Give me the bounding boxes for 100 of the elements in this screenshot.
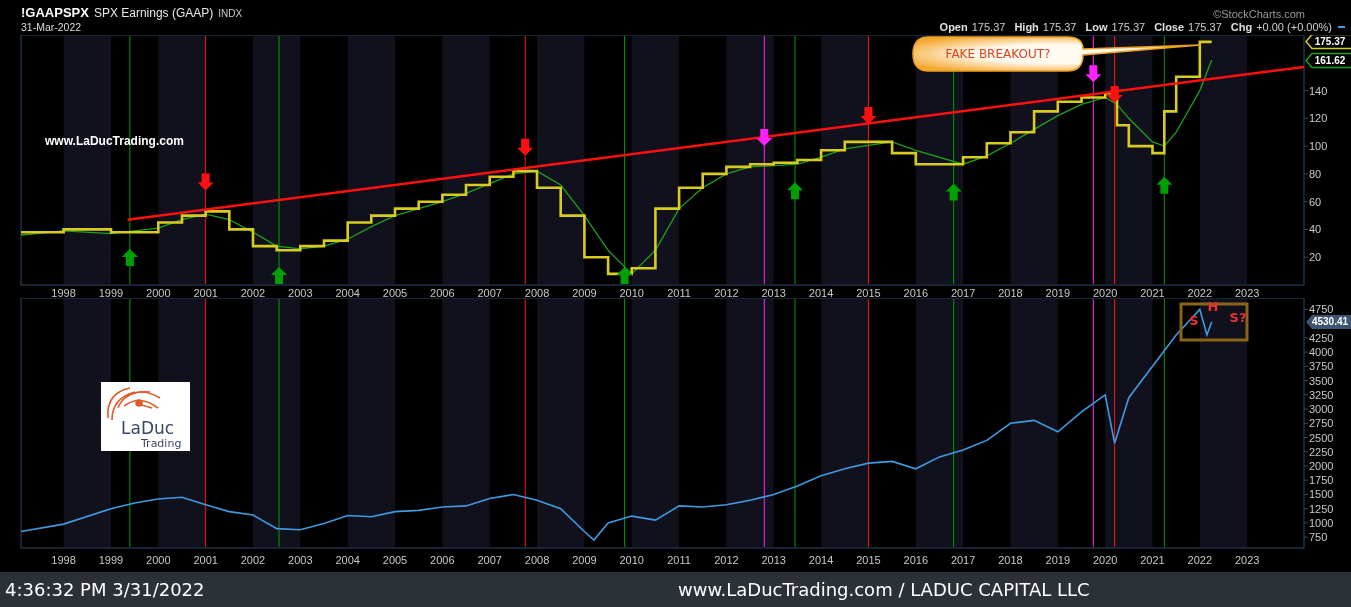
axis-label: 2009: [572, 287, 597, 298]
ticker-symbol: !GAAPSPX: [21, 6, 89, 20]
chart-date: 31-Mar-2022: [21, 21, 83, 34]
axis-label: 2012: [714, 554, 739, 566]
axis-label: 2002: [240, 554, 266, 566]
axis-label: 2018: [998, 554, 1023, 566]
axis-label: 2013: [761, 554, 786, 566]
axis-label: 3500: [1309, 374, 1334, 387]
axis-label: 2004: [335, 287, 360, 298]
price-tag: 175.37: [1305, 35, 1351, 50]
quote-value: 175.37: [1042, 20, 1077, 34]
axis-label: 2007: [477, 554, 502, 566]
axis-label: 3250: [1309, 388, 1334, 401]
axis-label: 2008: [524, 287, 550, 298]
axis-label: 140: [1309, 84, 1328, 97]
axis-label: 2009: [572, 554, 597, 566]
quote-label: Low: [1085, 20, 1108, 34]
status-credit: www.LaDucTrading.com / LADUC CAPITAL LLC: [678, 579, 1090, 600]
axis-label: 2023: [1234, 554, 1260, 566]
axis-label: 1000: [1309, 516, 1334, 529]
axis-label: 2014: [808, 554, 834, 566]
axis-label: 1250: [1309, 502, 1334, 515]
quote-value: 175.37: [1188, 20, 1222, 34]
axis-label: 2021: [1140, 287, 1165, 298]
axis-label: 3000: [1309, 403, 1334, 416]
axis-label: 100: [1309, 140, 1328, 153]
axis-label: 2005: [382, 287, 408, 298]
axis-label: 2006: [430, 554, 455, 566]
quote-value: +0.00 (+0.00%): [1256, 20, 1332, 34]
axis-label: 2019: [1045, 287, 1071, 298]
axis-label: 20: [1309, 251, 1322, 264]
logo-tagline: Trading: [141, 437, 182, 450]
axis-label: 2002: [240, 287, 266, 298]
pattern-label: H: [1207, 299, 1219, 314]
axis-label: 4000: [1309, 346, 1334, 359]
quote-label: Open: [939, 20, 968, 34]
axis-label: 3750: [1309, 360, 1334, 373]
axis-label: 2010: [619, 554, 644, 566]
axis-label: 2020: [1092, 287, 1118, 298]
axis-label: 1999: [98, 287, 124, 298]
axis-label: 1998: [51, 287, 76, 298]
axis-label: 2000: [1309, 460, 1334, 472]
axis-label: 2011: [667, 287, 691, 298]
axis-label: 1998: [51, 554, 76, 566]
axis-label: 2005: [382, 554, 408, 566]
status-time: 4:36:32 PM 3/31/2022: [5, 579, 206, 600]
chart-title: SPX Earnings (GAAP): [93, 6, 214, 20]
price-tag: 161.62: [1305, 52, 1351, 69]
axis-label: 2020: [1092, 554, 1118, 566]
axis-label: 2015: [856, 287, 881, 298]
axis-label: 2022: [1187, 287, 1213, 298]
axis-label: 750: [1309, 531, 1328, 544]
axis-label: 2007: [477, 287, 502, 298]
axis-label: 2010: [619, 287, 644, 298]
axis-label: 4750: [1309, 303, 1334, 316]
logo-text: LaDuc: [121, 418, 175, 438]
axis-label: 2003: [288, 287, 313, 298]
axis-label: 2008: [524, 554, 550, 566]
axis-label: 2000: [146, 287, 171, 298]
axis-label: 2014: [808, 287, 834, 298]
axis-label: 2013: [761, 287, 786, 298]
exchange-label: INDX: [218, 7, 243, 21]
axis-label: 2003: [288, 554, 313, 566]
axis-label: 1750: [1309, 474, 1334, 487]
axis-label: 1999: [98, 554, 124, 566]
quote-value: 175.37: [971, 20, 1006, 34]
axis-label: 2011: [667, 554, 691, 566]
axis-label: 1500: [1309, 488, 1334, 501]
axis-label: 2250: [1309, 445, 1334, 458]
axis-label: 2500: [1309, 431, 1334, 444]
axis-label: 2021: [1140, 554, 1165, 566]
axis-label: 2017: [950, 554, 976, 566]
axis-label: 2016: [903, 287, 929, 298]
axis-label: 2001: [193, 554, 218, 566]
axis-label: 2016: [903, 554, 929, 566]
axis-label: 4250: [1309, 331, 1334, 344]
axis-label: 2022: [1187, 554, 1213, 566]
source-credit: ©StockCharts.com: [1213, 8, 1305, 20]
axis-label: 2018: [998, 287, 1023, 298]
axis-label: 2019: [1045, 554, 1071, 566]
axis-label: 60: [1309, 195, 1322, 208]
price-tag: 4530.41: [1306, 314, 1351, 329]
axis-label: 2015: [856, 554, 881, 566]
axis-label: 2023: [1234, 287, 1260, 298]
quote-value: 175.37: [1111, 20, 1146, 34]
quote-label: High: [1014, 20, 1039, 34]
quote-label: Chg: [1230, 20, 1253, 34]
axis-label: 2001: [193, 287, 218, 298]
axis-label: 2004: [335, 554, 360, 566]
axis-label: 120: [1309, 112, 1328, 125]
callout-text: FAKE BREAKOUT?: [945, 47, 1051, 61]
axis-label: 2017: [950, 287, 976, 298]
axis-label: 40: [1309, 223, 1322, 236]
quote-label: Close: [1154, 20, 1185, 34]
website-text: www.LaDucTrading.com: [45, 134, 184, 148]
axis-label: 2012: [714, 287, 739, 298]
axis-label: 80: [1309, 167, 1322, 180]
axis-label: 2006: [430, 287, 455, 298]
axis-label: 2000: [146, 554, 171, 566]
axis-label: 2750: [1309, 417, 1334, 430]
